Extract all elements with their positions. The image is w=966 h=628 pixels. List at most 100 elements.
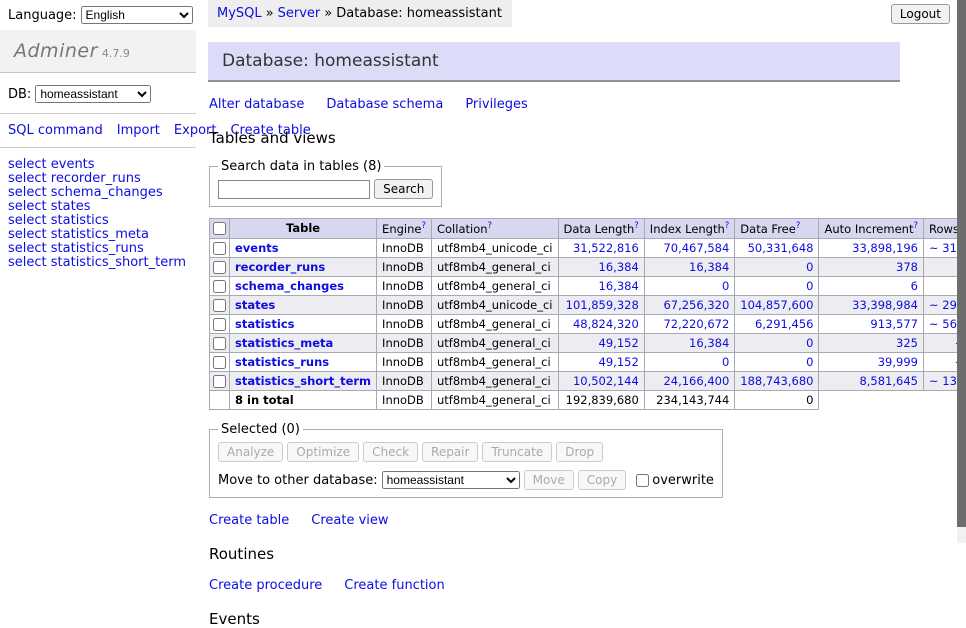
- bulk-action-button[interactable]: Check: [363, 442, 418, 462]
- move-copy-button[interactable]: Copy: [578, 470, 626, 490]
- sidebar-table-link[interactable]: select recorder_runs: [8, 172, 188, 186]
- sidebar-action-link[interactable]: SQL command: [8, 123, 103, 138]
- help-link[interactable]: ?: [488, 221, 493, 231]
- index-length-link[interactable]: 0: [722, 279, 729, 293]
- search-input[interactable]: [218, 180, 370, 199]
- sidebar-table-link[interactable]: select statistics_meta: [8, 228, 188, 242]
- row-checkbox[interactable]: [213, 299, 226, 312]
- data-length-link[interactable]: 49,152: [599, 355, 639, 369]
- data-length-link[interactable]: 101,859,328: [566, 298, 639, 312]
- index-length-link[interactable]: 16,384: [689, 260, 729, 274]
- sidebar-action-link[interactable]: Import: [117, 123, 160, 138]
- data-free-link[interactable]: 104,857,600: [740, 298, 813, 312]
- index-length-link[interactable]: 16,384: [689, 336, 729, 350]
- engine-cell: InnoDB: [377, 314, 432, 333]
- auto-increment-cell: 39,999: [819, 352, 924, 371]
- db-label: DB:: [8, 87, 31, 102]
- data-length-link[interactable]: 16,384: [599, 260, 639, 274]
- data-free-link[interactable]: 0: [806, 355, 813, 369]
- table-name-link[interactable]: recorder_runs: [235, 260, 325, 274]
- row-checkbox[interactable]: [213, 375, 226, 388]
- total-engine-cell: InnoDB: [377, 390, 432, 409]
- data-free-link[interactable]: 188,743,680: [740, 374, 813, 388]
- row-checkbox[interactable]: [213, 356, 226, 369]
- row-checkbox-cell: [210, 333, 230, 352]
- row-checkbox[interactable]: [213, 242, 226, 255]
- data-free-link[interactable]: 0: [806, 279, 813, 293]
- logout-button[interactable]: Logout: [891, 4, 950, 24]
- help-link[interactable]: ?: [913, 221, 918, 231]
- select-all-checkbox[interactable]: [213, 222, 226, 235]
- total-data-free-cell: 0: [735, 390, 819, 409]
- row-checkbox[interactable]: [213, 318, 226, 331]
- auto-increment-link[interactable]: 33,898,196: [852, 241, 918, 255]
- sidebar-table-link[interactable]: select schema_changes: [8, 186, 188, 200]
- sidebar-table-link[interactable]: select events: [8, 158, 188, 172]
- bulk-action-button[interactable]: Analyze: [218, 442, 283, 462]
- data-length-link[interactable]: 10,502,144: [573, 374, 639, 388]
- overwrite-checkbox[interactable]: [636, 474, 649, 487]
- sidebar-table-link[interactable]: select statistics_short_term: [8, 256, 188, 270]
- index-length-link[interactable]: 0: [722, 355, 729, 369]
- create-link[interactable]: Create view: [311, 513, 388, 528]
- data-length-link[interactable]: 16,384: [599, 279, 639, 293]
- search-button[interactable]: Search: [374, 179, 433, 199]
- data-free-link[interactable]: 0: [806, 336, 813, 350]
- data-length-link[interactable]: 49,152: [599, 336, 639, 350]
- column-header-table: Table: [230, 219, 377, 239]
- data-free-link[interactable]: 6,291,456: [755, 317, 814, 331]
- data-length-link[interactable]: 48,824,320: [573, 317, 639, 331]
- index-length-link[interactable]: 70,467,584: [663, 241, 729, 255]
- collation-cell: utf8mb4_general_ci: [431, 333, 558, 352]
- index-length-link[interactable]: 67,256,320: [663, 298, 729, 312]
- help-link[interactable]: ?: [421, 221, 426, 231]
- table-name-link[interactable]: states: [235, 298, 275, 312]
- sidebar-table-link[interactable]: select states: [8, 200, 188, 214]
- table-name-link[interactable]: statistics: [235, 317, 295, 331]
- breadcrumb-mysql-link[interactable]: MySQL: [217, 6, 262, 21]
- language-select[interactable]: English: [81, 6, 193, 24]
- move-db-select[interactable]: homeassistant: [382, 471, 520, 489]
- bulk-action-button[interactable]: Repair: [422, 442, 478, 462]
- routine-links: Create procedure Create function: [209, 578, 908, 593]
- data-length-link[interactable]: 31,522,816: [573, 241, 639, 255]
- auto-increment-link[interactable]: 8,581,645: [859, 374, 918, 388]
- auto-increment-link[interactable]: 378: [896, 260, 918, 274]
- help-link[interactable]: ?: [634, 221, 639, 231]
- db-action-link[interactable]: Alter database: [209, 97, 304, 112]
- auto-increment-link[interactable]: 325: [896, 336, 918, 350]
- move-copy-button[interactable]: Move: [524, 470, 574, 490]
- table-name-link[interactable]: events: [235, 241, 279, 255]
- index-length-link[interactable]: 24,166,400: [663, 374, 729, 388]
- bulk-action-button[interactable]: Optimize: [287, 442, 359, 462]
- db-select[interactable]: homeassistant: [35, 85, 151, 103]
- bulk-action-button[interactable]: Truncate: [482, 442, 552, 462]
- auto-increment-link[interactable]: 913,577: [870, 317, 918, 331]
- data-free-link[interactable]: 0: [806, 260, 813, 274]
- sidebar-table-link[interactable]: select statistics_runs: [8, 242, 188, 256]
- index-length-link[interactable]: 72,220,672: [663, 317, 729, 331]
- scrollbar-thumb[interactable]: [957, 0, 966, 527]
- db-action-link[interactable]: Privileges: [465, 97, 528, 112]
- row-checkbox[interactable]: [213, 261, 226, 274]
- routine-link[interactable]: Create procedure: [209, 578, 322, 593]
- help-link[interactable]: ?: [796, 221, 801, 231]
- sidebar-table-link[interactable]: select statistics: [8, 214, 188, 228]
- routine-link[interactable]: Create function: [344, 578, 444, 593]
- table-name-link[interactable]: statistics_runs: [235, 355, 329, 369]
- create-link[interactable]: Create table: [209, 513, 289, 528]
- auto-increment-link[interactable]: 39,999: [878, 355, 918, 369]
- row-checkbox[interactable]: [213, 337, 226, 350]
- breadcrumb-server-link[interactable]: Server: [278, 6, 321, 21]
- bulk-action-button[interactable]: Drop: [556, 442, 603, 462]
- auto-increment-link[interactable]: 33,398,984: [852, 298, 918, 312]
- table-name-link[interactable]: schema_changes: [235, 279, 344, 293]
- auto-increment-link[interactable]: 6: [911, 279, 918, 293]
- table-name-link[interactable]: statistics_meta: [235, 336, 333, 350]
- row-checkbox[interactable]: [213, 280, 226, 293]
- breadcrumb-separator: »: [324, 6, 332, 21]
- data-free-link[interactable]: 50,331,648: [748, 241, 814, 255]
- help-link[interactable]: ?: [725, 221, 730, 231]
- table-name-link[interactable]: statistics_short_term: [235, 374, 371, 388]
- db-action-link[interactable]: Database schema: [326, 97, 443, 112]
